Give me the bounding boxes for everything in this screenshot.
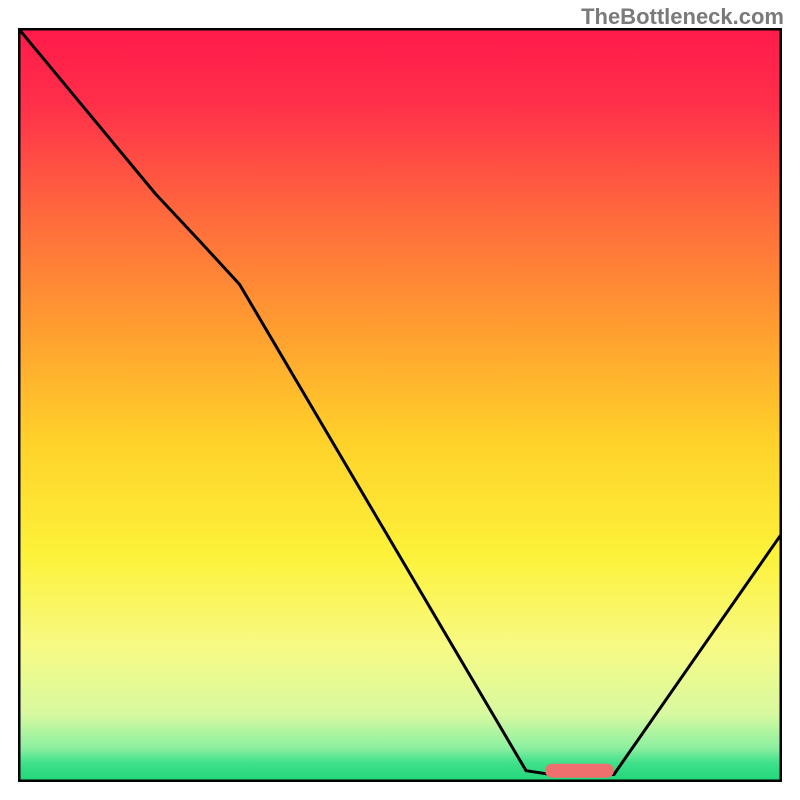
chart-background bbox=[18, 28, 782, 782]
chart-svg bbox=[18, 28, 782, 782]
chart-frame bbox=[18, 28, 782, 782]
optimal-range-marker bbox=[545, 764, 614, 778]
watermark-text: TheBottleneck.com bbox=[581, 4, 784, 30]
